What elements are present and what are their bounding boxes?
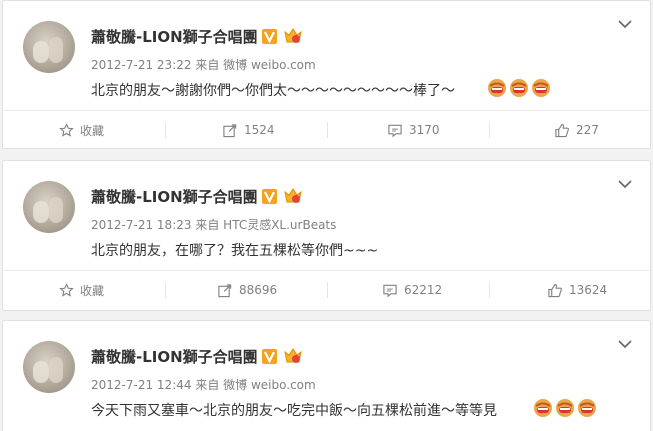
avatar[interactable] [23, 21, 75, 73]
author-name[interactable]: 蕭敬騰-LION獅子合唱團 [91, 186, 258, 207]
post-meta: 2012-7-21 12:44 来自 微博 weibo.com [91, 376, 316, 393]
repost-count: 88696 [239, 283, 278, 297]
emoji-group [487, 78, 551, 98]
verified-v-icon[interactable] [262, 29, 277, 44]
weibo-post: 蕭敬騰-LION獅子合唱團 2012-7-21 23:22 来自 微博 weib… [2, 0, 651, 149]
post-text: 今天下雨又塞車～北京的朋友～吃完中飯～向五棵松前進～等等見 [91, 403, 497, 419]
favorite-button[interactable]: 收藏 [59, 282, 104, 298]
source-prefix: 来自 [195, 218, 220, 232]
divider [327, 122, 328, 138]
post-date[interactable]: 2012-7-21 12:44 [91, 378, 192, 392]
repost-icon [223, 123, 237, 137]
chevron-down-icon[interactable] [618, 179, 632, 189]
post-meta: 2012-7-21 18:23 来自 HTC灵感XL.urBeats [91, 216, 336, 233]
like-button[interactable]: 227 [554, 122, 599, 138]
post-date[interactable]: 2012-7-21 23:22 [91, 58, 192, 72]
comment-button[interactable]: 3170 [387, 122, 440, 138]
comment-button[interactable]: 62212 [382, 282, 442, 298]
laughing-face-emoji-icon [578, 399, 596, 417]
vip-crown-icon[interactable] [283, 347, 303, 365]
author-name[interactable]: 蕭敬騰-LION獅子合唱團 [91, 346, 258, 367]
star-icon [59, 282, 74, 297]
like-button[interactable]: 13624 [547, 282, 607, 298]
like-count: 227 [576, 123, 599, 137]
favorite-button[interactable]: 收藏 [59, 122, 104, 138]
repost-button[interactable]: 1524 [222, 122, 275, 138]
post-source[interactable]: 微博 weibo.com [223, 58, 316, 72]
comment-count: 62212 [404, 283, 443, 297]
divider [3, 110, 650, 111]
post-source[interactable]: HTC灵感XL.urBeats [223, 218, 336, 232]
source-prefix: 来自 [195, 58, 220, 72]
divider [3, 270, 650, 271]
like-count: 13624 [569, 283, 608, 297]
post-meta: 2012-7-21 23:22 来自 微博 weibo.com [91, 56, 316, 73]
weibo-post: 蕭敬騰-LION獅子合唱團 2012-7-21 12:44 来自 微博 weib… [2, 320, 651, 431]
repost-button[interactable]: 88696 [217, 282, 277, 298]
repost-count: 1524 [244, 123, 275, 137]
verified-v-icon[interactable] [262, 349, 277, 364]
post-text: 北京的朋友，在哪了？我在五棵松等你們~~~ [91, 243, 379, 259]
post-source[interactable]: 微博 weibo.com [223, 378, 316, 392]
verified-v-icon[interactable] [262, 189, 277, 204]
laughing-face-emoji-icon [510, 79, 528, 97]
laughing-face-emoji-icon [488, 79, 506, 97]
vip-crown-icon[interactable] [283, 27, 303, 45]
avatar[interactable] [23, 341, 75, 393]
thumbs-up-icon [548, 283, 562, 297]
comment-count: 3170 [409, 123, 440, 137]
post-text: 北京的朋友～謝謝你們～你們太～～～～～～～～～棒了～ [91, 83, 455, 99]
divider [327, 282, 328, 298]
thumbs-up-icon [555, 123, 569, 137]
repost-icon [218, 283, 232, 297]
emoji-group [533, 398, 597, 418]
chevron-down-icon[interactable] [618, 339, 632, 349]
favorite-label: 收藏 [80, 123, 105, 138]
post-date[interactable]: 2012-7-21 18:23 [91, 218, 192, 232]
comment-icon [383, 284, 397, 297]
comment-icon [388, 124, 402, 137]
divider [489, 122, 490, 138]
favorite-label: 收藏 [80, 283, 105, 298]
divider [489, 282, 490, 298]
source-prefix: 来自 [195, 378, 220, 392]
laughing-face-emoji-icon [532, 79, 550, 97]
weibo-post: 蕭敬騰-LION獅子合唱團 2012-7-21 18:23 来自 HTC灵感XL… [2, 160, 651, 311]
vip-crown-icon[interactable] [283, 187, 303, 205]
chevron-down-icon[interactable] [618, 19, 632, 29]
laughing-face-emoji-icon [556, 399, 574, 417]
avatar[interactable] [23, 181, 75, 233]
divider [165, 282, 166, 298]
divider [165, 122, 166, 138]
author-name[interactable]: 蕭敬騰-LION獅子合唱團 [91, 26, 258, 47]
laughing-face-emoji-icon [534, 399, 552, 417]
star-icon [59, 122, 74, 137]
